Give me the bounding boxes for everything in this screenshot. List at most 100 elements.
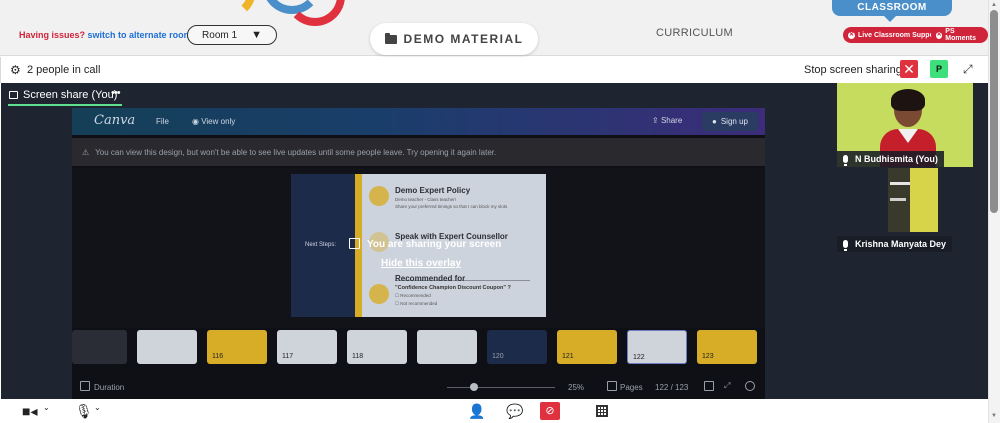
chat-bubble-icon[interactable]: 💬 xyxy=(506,403,523,419)
issues-message: Having issues? switch to alternate room xyxy=(19,30,192,40)
view-only-label: View only xyxy=(201,117,236,126)
decorative-arc-red xyxy=(285,0,345,26)
gear-icon[interactable]: ⚙ xyxy=(10,64,21,76)
video-shelf xyxy=(890,182,910,185)
whiteboard-off-icon[interactable]: ⊘ xyxy=(540,402,560,420)
thumbnail: 116 xyxy=(207,330,267,364)
monitor-icon xyxy=(9,91,18,99)
participant-name: Krishna Manyata Dey xyxy=(855,239,947,249)
alternate-room-link[interactable]: switch to alternate room xyxy=(88,30,192,40)
stop-sharing-close-button[interactable]: ✕ xyxy=(900,60,918,78)
canva-bottom-bar: Duration 25% Pages 122 / 123 ⤢ xyxy=(72,376,765,399)
classroom-tab[interactable]: CLASSROOM xyxy=(832,0,952,22)
canva-file-menu: File xyxy=(156,117,169,126)
demo-material-button[interactable]: DEMO MATERIAL xyxy=(370,23,538,55)
slide-item-3-sub: "Confidence Champion Discount Coupon" ? xyxy=(395,285,511,291)
participant-tile-self[interactable]: N Budhismita (You) xyxy=(837,83,973,167)
zoom-slider-knob xyxy=(470,383,478,391)
grid-icon[interactable] xyxy=(596,405,608,417)
warning-icon: ⚠ xyxy=(82,147,90,157)
slide-option-1-label: Recommended xyxy=(400,293,431,298)
decorative-arc-yellow xyxy=(196,0,256,20)
chevron-down-icon[interactable]: ⌄ xyxy=(94,403,101,412)
slide-option-2: ☐ Not recommended xyxy=(395,301,438,306)
pages-icon xyxy=(607,381,617,391)
ps-moments-label: PS Moments xyxy=(945,28,977,42)
call-header: ⚙ 2 people in call Stop screen sharing ✕… xyxy=(0,57,988,83)
fullscreen-expand-icon[interactable]: ⤢ xyxy=(963,62,973,76)
ps-moments-button[interactable]: ✕ PS Moments xyxy=(931,27,988,43)
person-icon[interactable]: 👤 xyxy=(468,403,485,419)
stop-screen-sharing-label[interactable]: Stop screen sharing xyxy=(804,64,902,76)
slide-item-1-sub2: Share your preferred timings so that I c… xyxy=(395,204,508,209)
thumbnail: 117 xyxy=(277,330,337,364)
thumbnail xyxy=(417,330,477,364)
hide-overlay-link[interactable]: Hide this overlay xyxy=(381,258,461,269)
video-hair xyxy=(891,89,925,111)
thumbnail xyxy=(137,330,197,364)
active-tab-indicator xyxy=(8,104,122,106)
chevron-down-icon[interactable]: ⌄ xyxy=(43,403,50,412)
canva-sign-up-label: Sign up xyxy=(720,117,748,126)
participant-tile-remote[interactable]: Krishna Manyata Dey xyxy=(837,168,973,252)
folder-icon xyxy=(384,32,397,44)
slide-option-1: ☐ Recommended xyxy=(395,293,431,298)
video-camera-icon[interactable]: ■◂ xyxy=(22,403,37,419)
room-select-value: Room 1 xyxy=(202,29,238,41)
canva-toolbar: Canva File ◉ View only ⇪ Share ● Sign up xyxy=(72,108,765,135)
room-select[interactable]: Room 1 ▼ xyxy=(187,25,277,45)
scroll-down-icon[interactable]: ▼ xyxy=(991,413,997,419)
participants-panel: N Budhismita (You) Krishna Manyata Dey xyxy=(836,83,988,399)
zoom-slider-track xyxy=(447,387,555,388)
share-icon: ⇪ xyxy=(652,116,661,125)
canva-share: ⇪ Share xyxy=(652,116,682,125)
plus-circle-icon: ✕ xyxy=(848,31,855,39)
participant-name-tag: N Budhismita (You) xyxy=(837,151,944,167)
thumbnail: 123 xyxy=(697,330,757,364)
policy-badge-icon xyxy=(369,186,389,206)
canva-warning-banner: ⚠ You can view this design, but won't be… xyxy=(72,138,765,166)
shared-screen-canva: Canva File ◉ View only ⇪ Share ● Sign up… xyxy=(72,108,765,399)
microphone-icon[interactable]: 🎙 xyxy=(75,403,93,419)
curriculum-tab[interactable]: CURRICULUM xyxy=(656,27,733,39)
canva-circle-icon: ● xyxy=(712,117,717,126)
scrollbar-thumb[interactable] xyxy=(990,10,998,213)
bottom-toolbar: ■◂ ⌄ 🎙 ⌄ 👤 💬 ⊘ xyxy=(0,399,988,423)
duration-label: Duration xyxy=(94,383,125,392)
caret-down-icon: ▼ xyxy=(251,29,262,41)
people-count: 2 people in call xyxy=(27,64,101,76)
slide-item-1: Demo Expert Policy Demo teacher - Class … xyxy=(369,186,507,209)
thumbnail: 120 xyxy=(487,330,547,364)
duration-icon xyxy=(80,381,90,391)
microphone-icon xyxy=(843,155,848,166)
pages-label: Pages xyxy=(620,383,643,392)
canva-share-label: Share xyxy=(660,116,683,125)
slide-next-steps: Next Steps: xyxy=(305,242,337,248)
fullscreen-icon: ⤢ xyxy=(724,381,731,390)
live-support-label: Live Classroom Support xyxy=(858,31,939,39)
pip-button[interactable]: P xyxy=(930,60,948,78)
eye-icon: ◉ xyxy=(192,117,202,126)
slide-item-1-title: Demo Expert Policy xyxy=(395,186,471,195)
participant-name-tag: Krishna Manyata Dey xyxy=(837,236,953,252)
canva-logo: Canva xyxy=(94,113,136,128)
app-window: Having issues? switch to alternate room … xyxy=(0,0,1000,423)
more-options-icon[interactable]: ••• xyxy=(111,87,121,99)
scroll-up-icon[interactable]: ▲ xyxy=(991,2,997,8)
canva-warning-text: You can view this design, but won't be a… xyxy=(95,147,497,157)
thumbnail: 118 xyxy=(347,330,407,364)
sharing-overlay-message: You are sharing your screen xyxy=(367,239,502,250)
live-support-button[interactable]: ✕ Live Classroom Support xyxy=(843,27,944,43)
share-screen-icon xyxy=(349,238,360,249)
participant-name: N Budhismita (You) xyxy=(855,154,938,164)
screen-share-tab[interactable]: Screen share (You) xyxy=(9,89,117,101)
participant-video xyxy=(888,168,938,232)
coupon-badge-icon xyxy=(369,284,389,304)
slide-option-2-label: Not recommended xyxy=(400,301,438,306)
canva-sign-up: ● Sign up xyxy=(702,112,758,131)
video-shelf xyxy=(890,198,906,201)
microphone-icon xyxy=(843,240,848,251)
thumbnail: 121 xyxy=(557,330,617,364)
top-bar: Having issues? switch to alternate room … xyxy=(0,0,988,56)
page-count: 122 / 123 xyxy=(655,383,689,392)
